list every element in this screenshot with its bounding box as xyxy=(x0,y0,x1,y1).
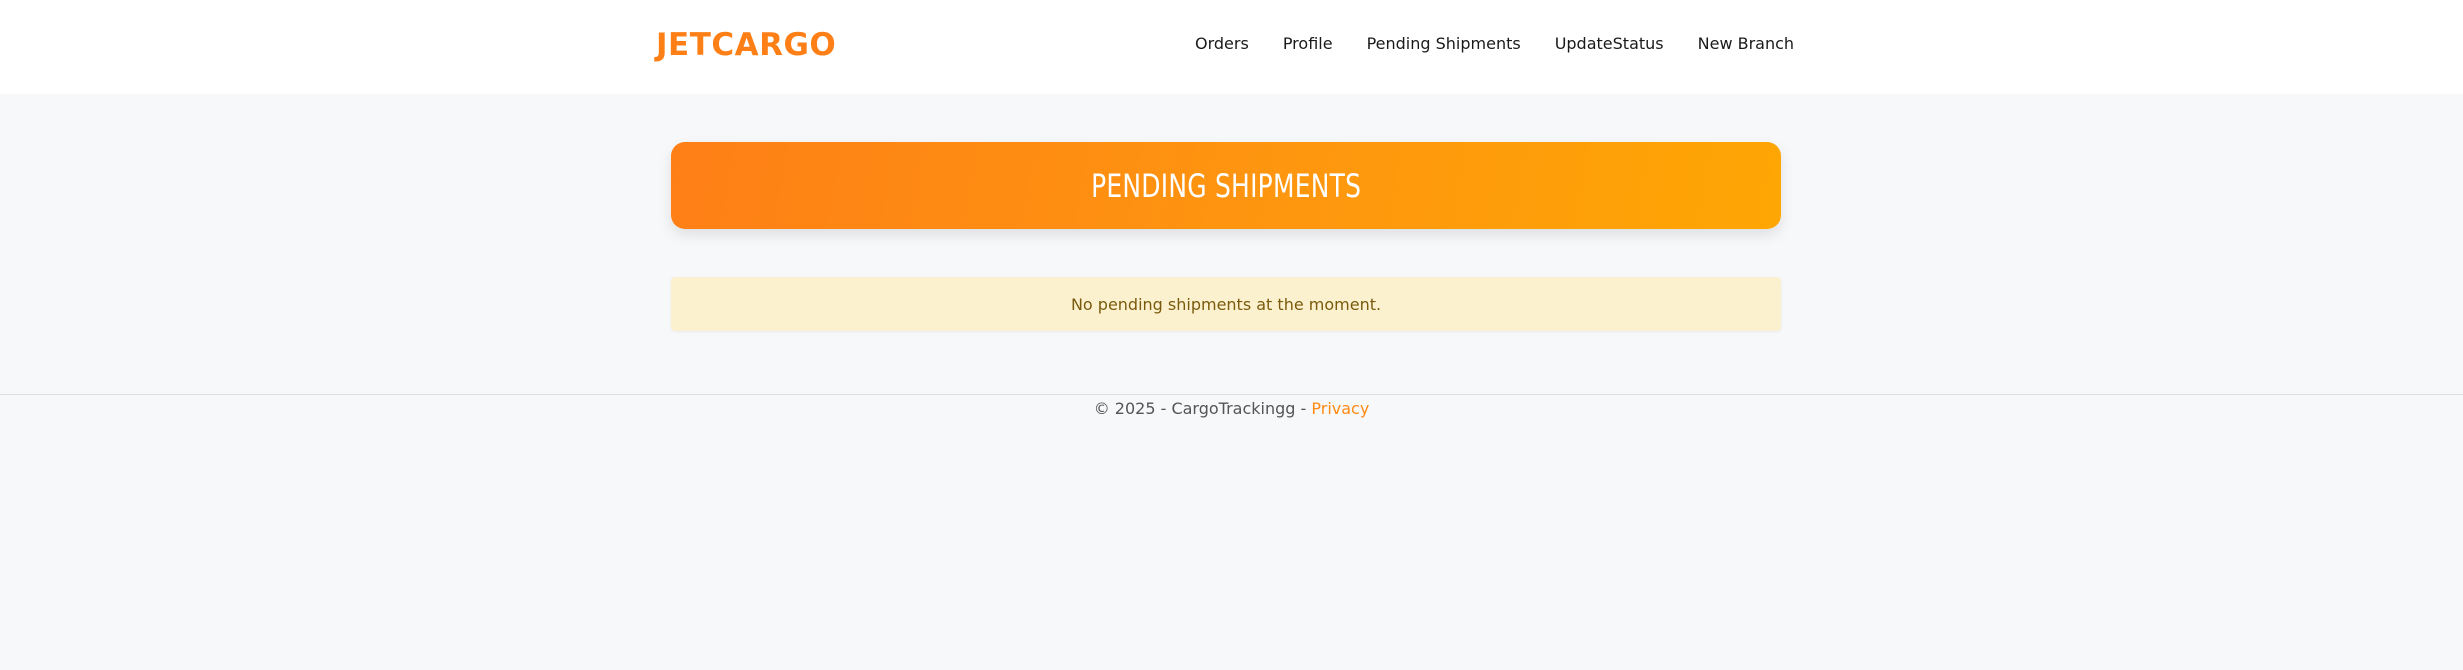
empty-state-message: No pending shipments at the moment. xyxy=(1070,294,1382,314)
footer-copyright: © 2025 - CargoTrackingg - xyxy=(1093,399,1312,418)
nav-link-profile[interactable]: Profile xyxy=(1283,32,1333,56)
top-navbar: JETCARGO Orders Profile Pending Shipment… xyxy=(0,0,2463,94)
nav-link-pending-shipments[interactable]: Pending Shipments xyxy=(1367,32,1521,56)
nav-link-new-branch[interactable]: New Branch xyxy=(1698,32,1794,56)
brand-logo-link[interactable]: JETCARGO xyxy=(656,26,836,64)
nav-link-orders[interactable]: Orders xyxy=(1195,32,1249,56)
nav-link-update-status[interactable]: UpdateStatus xyxy=(1555,32,1664,56)
page-title-banner: PENDING SHIPMENTS xyxy=(671,142,1781,229)
main-nav: Orders Profile Pending Shipments UpdateS… xyxy=(1195,32,1794,56)
footer-divider xyxy=(0,394,2463,395)
footer: © 2025 - CargoTrackingg - Privacy xyxy=(0,397,2463,421)
empty-state-alert: No pending shipments at the moment. xyxy=(671,277,1781,331)
privacy-link[interactable]: Privacy xyxy=(1311,399,1369,418)
page-title: PENDING SHIPMENTS xyxy=(1090,166,1362,205)
